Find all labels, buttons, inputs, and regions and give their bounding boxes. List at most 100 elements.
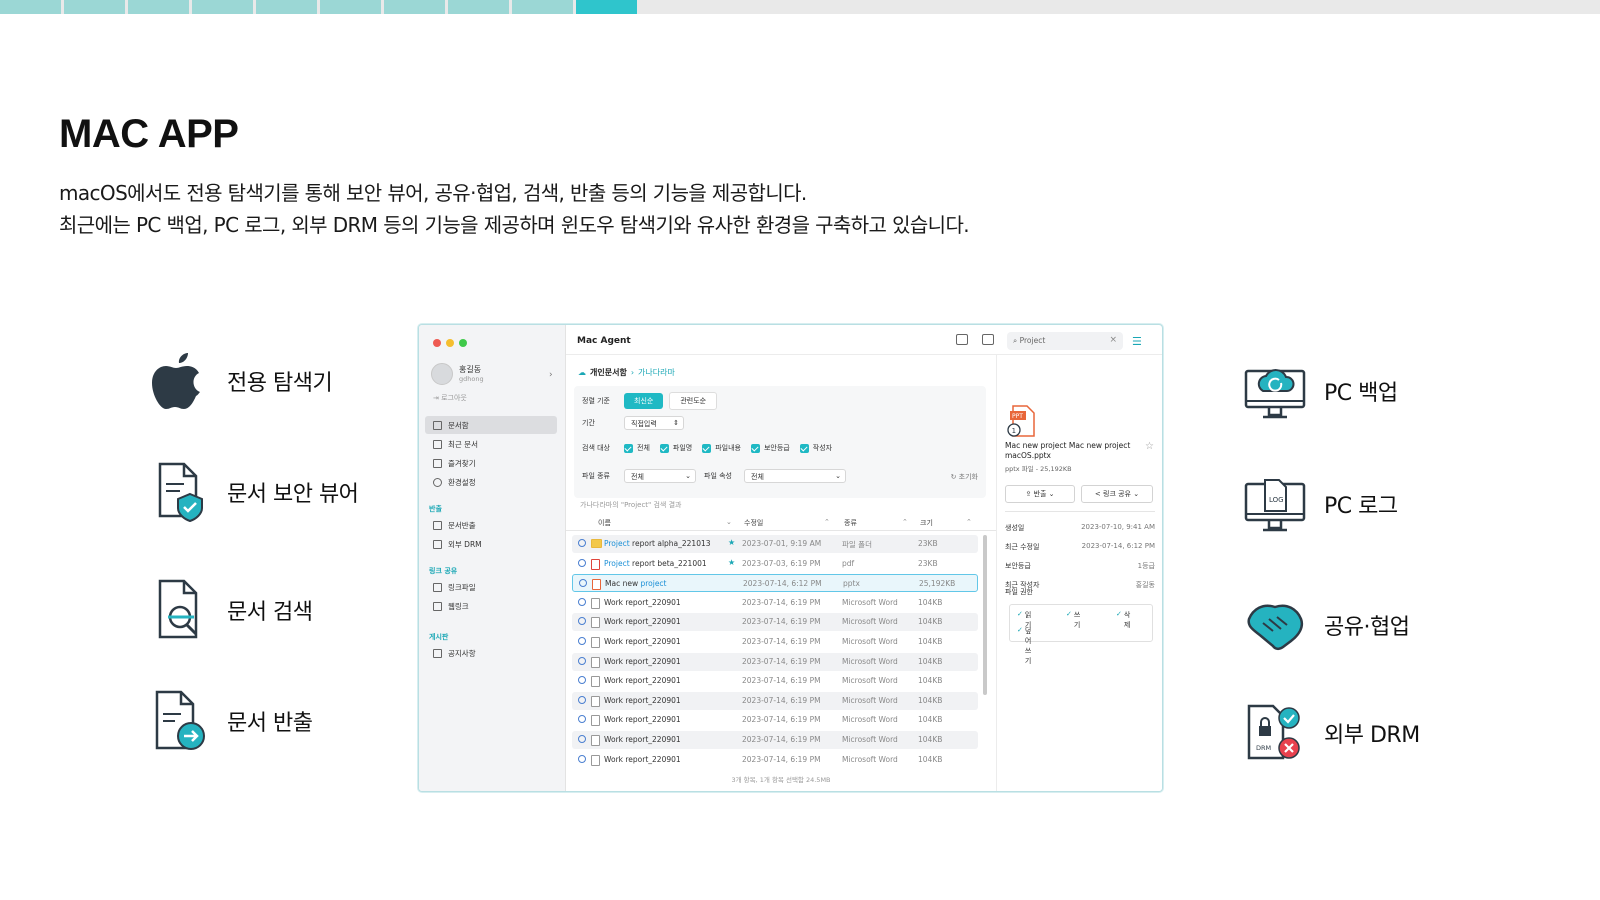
- checkbox-security-level[interactable]: 보안등급: [750, 443, 790, 453]
- table-row[interactable]: Work report_220901 2023-07-14, 6:19 PM Mic…: [572, 691, 978, 710]
- sidebar-item-label: 링크파일: [448, 582, 476, 592]
- chevron-down-icon[interactable]: ⌄: [726, 518, 732, 526]
- export-button[interactable]: ⇪ 반출 ⌄: [1005, 485, 1075, 503]
- file-modified: 2023-07-14, 6:19 PM: [742, 656, 821, 666]
- sidebar-item-link-files[interactable]: 링크파일: [425, 578, 557, 596]
- favorite-star-icon[interactable]: ★: [728, 538, 735, 547]
- close-window-button[interactable]: [433, 339, 441, 347]
- sidebar-section-board: 게시판: [429, 633, 449, 641]
- pdf-file-icon: [591, 558, 600, 570]
- svg-text:PPT: PPT: [1012, 413, 1023, 420]
- checkbox-label: 보안등급: [763, 444, 790, 452]
- file-size: 104KB: [918, 695, 943, 705]
- sort-relevance-button[interactable]: 관련도순: [669, 392, 718, 410]
- file-modified: 2023-07-14, 6:19 PM: [742, 676, 821, 686]
- file-name: Work report_220901: [604, 735, 681, 744]
- favorite-star-icon[interactable]: ☆: [1145, 441, 1154, 452]
- sort-latest-button[interactable]: 최신순: [624, 393, 664, 409]
- search-input[interactable]: ⌕ Project ×: [1007, 332, 1123, 350]
- file-type-select[interactable]: 전체 ⌄: [624, 469, 696, 483]
- column-header-size[interactable]: 크기: [920, 518, 933, 528]
- property-key: 생성일: [1005, 524, 1025, 532]
- monitor-cloud-backup-icon: [1240, 356, 1310, 426]
- table-row[interactable]: Project report beta_221001 ★ 2023-07-03, 6…: [572, 555, 978, 573]
- sidebar-item-doc-export[interactable]: 문서반출: [425, 516, 557, 534]
- file-attr-value: 전체: [751, 473, 764, 481]
- link-share-button[interactable]: < 링크 공유 ⌄: [1081, 485, 1153, 503]
- feature-pc-backup: PC 백업: [1240, 356, 1398, 426]
- file-modified: 2023-07-14, 6:19 PM: [742, 695, 821, 705]
- clear-search-icon[interactable]: ×: [1109, 335, 1117, 345]
- sidebar-item-label: 즐겨찾기: [448, 458, 476, 468]
- breadcrumb-current[interactable]: 가나다라마: [638, 367, 675, 378]
- checkbox-content[interactable]: 파일내용: [702, 443, 741, 453]
- chevron-up-icon[interactable]: ⌃: [824, 518, 830, 526]
- reset-filters-button[interactable]: ↻ 초기화: [951, 472, 978, 482]
- file-type: Microsoft Word: [842, 597, 898, 607]
- table-row[interactable]: Project report alpha_221013 ★ 2023-07-01, …: [572, 535, 978, 553]
- file-name: Work report_220901: [604, 597, 681, 607]
- table-row[interactable]: Mac new project 2023-07-14, 6:12 PM pptx 25…: [572, 574, 978, 593]
- file-modified: 2023-07-14, 6:19 PM: [742, 597, 821, 607]
- zoom-window-button[interactable]: [459, 339, 467, 347]
- user-profile[interactable]: 홍길동 gdhong: [431, 363, 484, 385]
- chevron-right-icon[interactable]: ›: [549, 370, 553, 380]
- apple-icon: [143, 346, 213, 416]
- sidebar-item-web-link[interactable]: 웹링크: [425, 597, 557, 615]
- sidebar-item-external-drm[interactable]: 외부 DRM: [425, 535, 557, 553]
- filter-settings-icon[interactable]: ☰: [1132, 335, 1142, 348]
- permission-delete: ✓ 삭제: [1116, 610, 1131, 629]
- sort-label: 정렬 기준: [582, 397, 610, 405]
- progress-bar: [0, 0, 1600, 14]
- breadcrumb-root[interactable]: 개인문서함: [590, 367, 627, 378]
- progress-segment: [192, 0, 253, 14]
- table-row[interactable]: Work report_220901 2023-07-14, 6:19 PM Mic…: [572, 731, 978, 749]
- checkbox-all[interactable]: 전체: [624, 443, 650, 453]
- user-id: gdhong: [459, 375, 484, 383]
- svg-text:DRM: DRM: [1256, 744, 1271, 752]
- table-row[interactable]: Work report_220901 2023-07-14, 6:19 PM Mic…: [572, 711, 978, 729]
- detail-property: 보안등급 1등급: [1005, 561, 1155, 571]
- period-select[interactable]: 직접입력 ⇕: [624, 416, 684, 430]
- sidebar-toggle-icon[interactable]: [982, 334, 994, 345]
- table-row[interactable]: Work report_220901 2023-07-14, 6:19 PM Mic…: [572, 594, 978, 612]
- checkbox-filename[interactable]: 파일명: [659, 443, 692, 453]
- sidebar-item-notices[interactable]: 공지사항: [425, 644, 557, 662]
- lock-status-icon: [578, 754, 586, 763]
- column-header-modified[interactable]: 수정일: [744, 518, 763, 528]
- svg-text:LOG: LOG: [1269, 496, 1284, 504]
- sidebar-item-settings[interactable]: 환경설정: [425, 473, 557, 491]
- sidebar-item-label: 공지사항: [448, 648, 476, 658]
- document-shield-icon: [143, 457, 213, 527]
- sidebar-item-documents[interactable]: 문서함: [425, 416, 557, 434]
- scrollbar[interactable]: [983, 535, 987, 695]
- lock-status-icon: [578, 597, 586, 606]
- file-size: 104KB: [918, 715, 943, 725]
- feature-external-drm: DRM 외부 DRM: [1240, 698, 1420, 768]
- table-row[interactable]: Work report_220901 2023-07-14, 6:19 PM Mic…: [572, 613, 978, 632]
- column-header-name[interactable]: 이름: [598, 518, 611, 528]
- sidebar-item-favorites[interactable]: 즐겨찾기: [425, 454, 557, 472]
- checkbox-author[interactable]: 작성자: [799, 443, 832, 453]
- minimize-window-button[interactable]: [446, 339, 454, 347]
- export-icon: [433, 520, 442, 530]
- sidebar-item-recent[interactable]: 최근 문서: [425, 435, 557, 453]
- table-row[interactable]: Work report_220901 2023-07-14, 6:19 PM Mic…: [572, 672, 978, 690]
- table-row[interactable]: Work report_220901 2023-07-14, 6:19 PM Mic…: [572, 652, 978, 671]
- file-attr-select[interactable]: 전체 ⌄: [744, 469, 846, 483]
- chevron-up-icon[interactable]: ⌃: [902, 518, 908, 526]
- drm-document-icon: DRM: [1240, 698, 1310, 768]
- new-folder-icon[interactable]: [956, 334, 968, 345]
- period-value: 직접입력: [631, 420, 657, 428]
- property-key: 보안등급: [1005, 562, 1031, 570]
- favorite-star-icon[interactable]: ★: [728, 558, 735, 567]
- chevron-up-icon[interactable]: ⌃: [966, 518, 972, 526]
- file-type: Microsoft Word: [842, 695, 898, 705]
- megaphone-icon: [433, 648, 442, 658]
- column-header-type[interactable]: 종류: [844, 518, 857, 528]
- table-row[interactable]: Work report_220901 2023-07-14, 6:19 PM Mic…: [572, 633, 978, 651]
- lock-status-icon: [578, 715, 586, 724]
- table-row[interactable]: Work report_220901 2023-07-14, 6:19 PM Mic…: [572, 751, 978, 769]
- gear-icon: [433, 477, 442, 487]
- logout-button[interactable]: ⇥ 로그아웃: [433, 393, 467, 403]
